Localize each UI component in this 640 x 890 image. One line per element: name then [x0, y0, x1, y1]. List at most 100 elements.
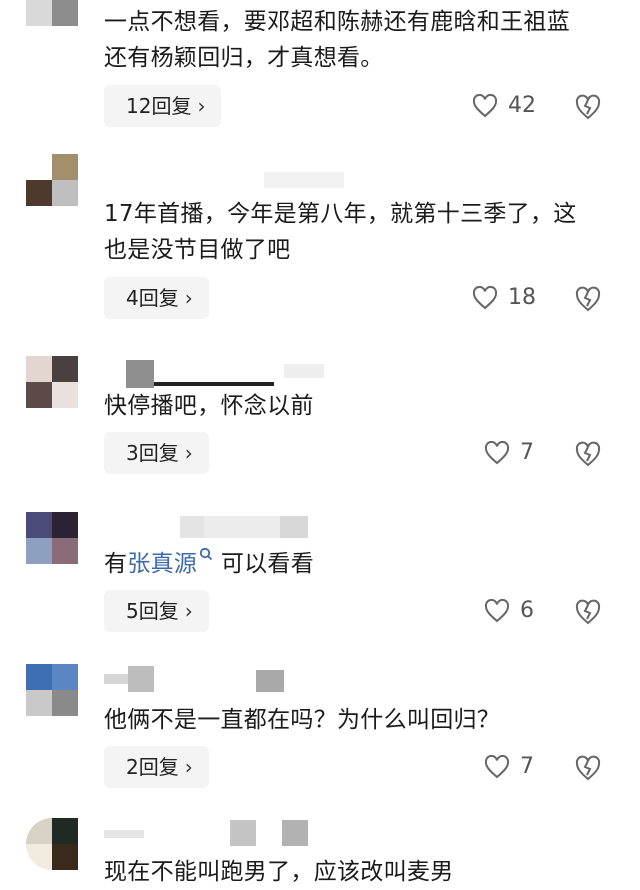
like-count: 18 [508, 285, 536, 310]
nickname-blurred [104, 666, 314, 692]
blur-block [180, 516, 204, 538]
dislike-button[interactable] [574, 441, 602, 469]
avatar-pixel [26, 538, 52, 564]
like-button[interactable]: 18 [472, 285, 536, 310]
avatar[interactable] [26, 818, 78, 870]
broken-heart-icon [575, 441, 601, 467]
avatar-pixel [26, 690, 52, 716]
heart-outline-icon [484, 598, 510, 622]
comment-text-prefix: 有 [104, 551, 128, 577]
avatar[interactable] [26, 154, 78, 206]
mention-link[interactable]: 张真源 [127, 551, 197, 577]
chevron-right-icon: › [197, 94, 206, 118]
avatar-pixel [26, 664, 52, 690]
avatar-pixel [52, 382, 78, 408]
comment-text-line: 他俩不是一直都在吗？为什么叫回归？ [104, 707, 501, 733]
comment-text-suffix: 可以看看 [213, 551, 315, 577]
avatar-pixel [52, 664, 78, 690]
broken-heart-icon [575, 94, 601, 120]
blur-block [104, 674, 128, 684]
reply-button[interactable]: 2回复 › [104, 746, 209, 788]
broken-heart-icon [575, 286, 601, 312]
chevron-right-icon: › [184, 599, 193, 623]
chevron-right-icon: › [184, 286, 193, 310]
dislike-button[interactable] [574, 286, 602, 314]
blur-block [104, 830, 144, 838]
nickname-blurred [104, 820, 314, 846]
avatar-pixel [52, 154, 78, 180]
reply-count: 12回复 [126, 94, 192, 118]
reply-count: 3回复 [126, 441, 179, 465]
blur-block [126, 360, 154, 388]
comment-text-line: 还有杨颖回归，才真想看。 [104, 45, 384, 71]
comment-text-line: 现在不能叫跑男了，应该改叫麦男 [104, 859, 454, 885]
chevron-right-icon: › [184, 441, 193, 465]
like-button[interactable]: 7 [484, 754, 534, 779]
heart-outline-icon [472, 93, 498, 117]
avatar-pixel [26, 382, 52, 408]
nickname-blurred [104, 172, 344, 194]
blur-block [264, 172, 344, 188]
heart-outline-icon [484, 754, 510, 778]
reply-count: 4回复 [126, 286, 179, 310]
avatar-pixel [26, 356, 52, 382]
blur-block [204, 516, 280, 538]
broken-heart-icon [575, 599, 601, 625]
comment-text-line: 快停播吧，怀念以前 [104, 393, 314, 419]
avatar-pixel [26, 180, 52, 206]
like-count: 42 [508, 93, 536, 118]
like-count: 6 [520, 598, 534, 623]
avatar-pixel [52, 690, 78, 716]
like-button[interactable]: 6 [484, 598, 534, 623]
reply-button[interactable]: 5回复 › [104, 590, 209, 632]
nickname-blurred [104, 358, 334, 388]
blur-block [280, 516, 308, 538]
blur-block [256, 670, 284, 692]
avatar-pixel [52, 818, 78, 844]
comment-text: 快停播吧，怀念以前 [104, 388, 614, 424]
blur-block [128, 666, 154, 692]
avatar-pixel [52, 180, 78, 206]
blur-block [154, 382, 274, 386]
avatar[interactable] [26, 356, 78, 408]
avatar-pixel [26, 818, 52, 844]
like-button[interactable]: 7 [484, 440, 534, 465]
blur-block [284, 364, 324, 378]
avatar-pixel [52, 0, 78, 26]
dislike-button[interactable] [574, 755, 602, 783]
avatar[interactable] [26, 0, 78, 26]
like-count: 7 [520, 754, 534, 779]
avatar-pixel [52, 844, 78, 870]
avatar-pixel [26, 844, 52, 870]
like-count: 7 [520, 440, 534, 465]
comment-text: 现在不能叫跑男了，应该改叫麦男 [104, 854, 614, 890]
avatar[interactable] [26, 664, 78, 716]
dislike-button[interactable] [574, 94, 602, 122]
search-icon[interactable] [199, 547, 213, 563]
blur-block [230, 820, 256, 846]
avatar-pixel [26, 0, 52, 26]
nickname-blurred [104, 512, 314, 538]
avatar[interactable] [26, 512, 78, 564]
comment-text: 他俩不是一直都在吗？为什么叫回归？ [104, 702, 614, 738]
comment-text-line: 一点不想看，要邓超和陈赫还有鹿晗和王祖蓝 [104, 9, 570, 35]
dislike-button[interactable] [574, 599, 602, 627]
reply-count: 2回复 [126, 755, 179, 779]
comment-text: 有张真源 可以看看 [104, 546, 614, 582]
heart-outline-icon [472, 285, 498, 309]
reply-button[interactable]: 4回复 › [104, 277, 209, 319]
comment-text-line: 17年首播，今年是第八年，就第十三季了，这 [104, 201, 577, 227]
comment-text: 一点不想看，要邓超和陈赫还有鹿晗和王祖蓝 还有杨颖回归，才真想看。 [104, 4, 614, 76]
heart-outline-icon [484, 440, 510, 464]
broken-heart-icon [575, 755, 601, 781]
avatar-pixel [26, 154, 52, 180]
blur-block [282, 820, 308, 846]
like-button[interactable]: 42 [472, 93, 536, 118]
comment-text-line: 也是没节目做了吧 [104, 237, 291, 263]
reply-count: 5回复 [126, 599, 179, 623]
reply-button[interactable]: 3回复 › [104, 432, 209, 474]
comment-text: 17年首播，今年是第八年，就第十三季了，这 也是没节目做了吧 [104, 196, 614, 268]
reply-button[interactable]: 12回复 › [104, 85, 222, 127]
chevron-right-icon: › [184, 755, 193, 779]
avatar-pixel [52, 356, 78, 382]
